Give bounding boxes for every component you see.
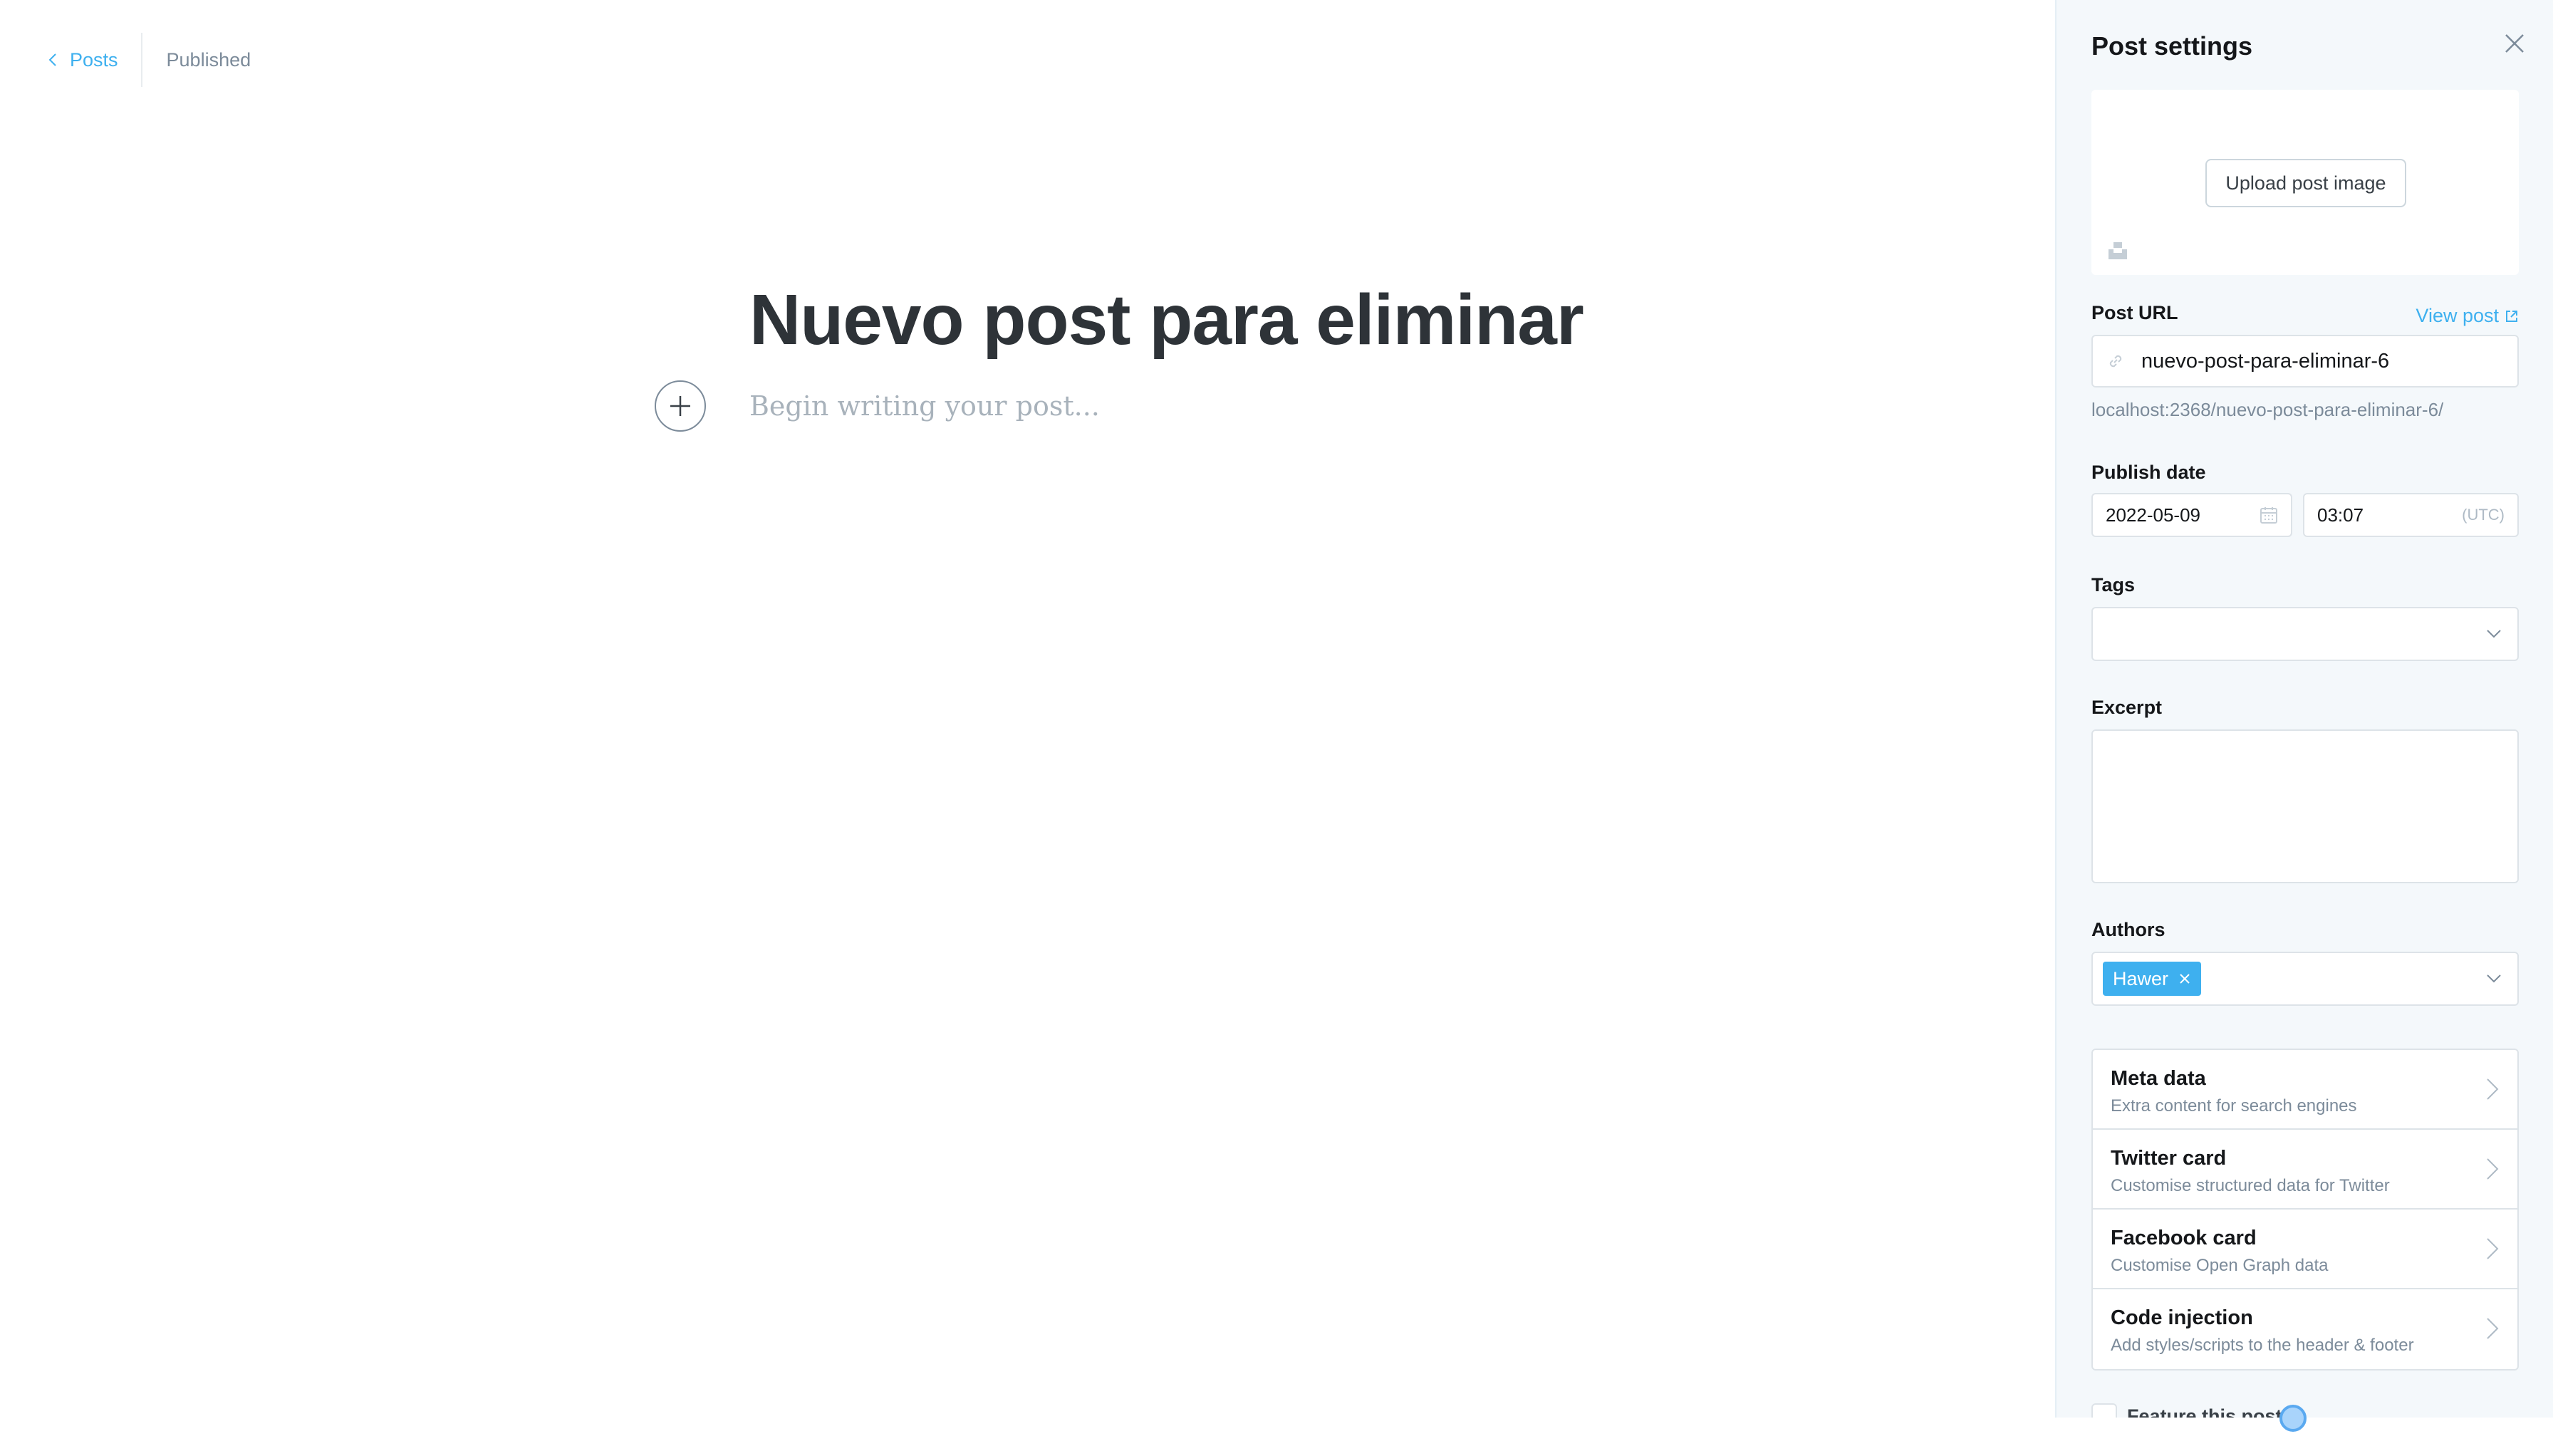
upload-post-image-button[interactable]: Upload post image	[2205, 159, 2406, 207]
post-url-hint: localhost:2368/nuevo-post-para-eliminar-…	[2091, 399, 2444, 420]
external-link-icon	[2506, 310, 2517, 322]
post-image-dropzone[interactable]: Upload post image	[2091, 90, 2519, 275]
author-name: Hawer	[2113, 967, 2169, 989]
chevron-down-icon	[2487, 974, 2501, 983]
nav-item-desc: Add styles/scripts to the header & foote…	[2111, 1336, 2414, 1355]
nav-item-twitter-card[interactable]: Twitter card Customise structured data f…	[2093, 1130, 2517, 1210]
view-post-link[interactable]: View post	[2416, 305, 2519, 327]
nav-item-meta-data[interactable]: Meta data Extra content for search engin…	[2093, 1050, 2517, 1130]
remove-author-icon[interactable]	[2178, 972, 2191, 985]
nav-item-code-injection[interactable]: Code injection Add styles/scripts to the…	[2093, 1289, 2517, 1369]
post-title[interactable]: Nuevo post para eliminar	[749, 279, 1584, 361]
chevron-right-icon	[2487, 1078, 2499, 1100]
post-settings-sidebar: Post settings Upload post image Post URL…	[2055, 0, 2553, 1418]
publish-time-value: 03:07	[2317, 504, 2364, 526]
view-post-label: View post	[2416, 305, 2499, 326]
editor-topbar: Posts Published	[46, 33, 251, 87]
nav-item-desc: Extra content for search engines	[2111, 1096, 2357, 1116]
post-url-input[interactable]: nuevo-post-para-eliminar-6	[2091, 335, 2519, 388]
close-icon[interactable]	[2502, 31, 2527, 56]
nav-item-title: Code injection	[2111, 1306, 2253, 1329]
chevron-right-icon	[2487, 1158, 2499, 1180]
post-body-editor[interactable]: Begin writing your post...	[749, 390, 1100, 422]
publish-time-input[interactable]: 03:07 (UTC)	[2303, 493, 2519, 537]
nav-item-title: Meta data	[2111, 1067, 2206, 1090]
publish-date-input[interactable]: 2022-05-09	[2091, 493, 2292, 537]
unsplash-icon[interactable]	[2107, 239, 2128, 261]
editor-pane: Posts Published Nuevo post para eliminar…	[0, 0, 2055, 1456]
back-to-posts-link[interactable]: Posts	[46, 33, 141, 87]
excerpt-textarea[interactable]	[2091, 729, 2519, 883]
settings-nav-list: Meta data Extra content for search engin…	[2091, 1049, 2519, 1371]
nav-item-title: Facebook card	[2111, 1227, 2257, 1249]
timezone-label: (UTC)	[2462, 506, 2505, 524]
authors-label: Authors	[2091, 919, 2165, 940]
link-icon	[2109, 355, 2122, 368]
post-status: Published	[166, 48, 251, 71]
nav-item-title: Twitter card	[2111, 1147, 2227, 1170]
app-root: Posts Published Nuevo post para eliminar…	[0, 0, 2553, 1456]
post-url-label: Post URL	[2091, 302, 2178, 323]
publish-date-value: 2022-05-09	[2106, 504, 2200, 526]
feature-post-row[interactable]: Feature this post	[2091, 1403, 2282, 1418]
author-chip[interactable]: Hawer	[2103, 962, 2202, 996]
publish-date-label: Publish date	[2091, 462, 2206, 483]
nav-item-facebook-card[interactable]: Facebook card Customise Open Graph data	[2093, 1210, 2517, 1289]
authors-select[interactable]: Hawer	[2091, 952, 2519, 1006]
chevron-right-icon	[2487, 1238, 2499, 1259]
add-card-button[interactable]	[655, 380, 706, 432]
sidebar-title: Post settings	[2091, 31, 2253, 61]
nav-item-desc: Customise Open Graph data	[2111, 1256, 2329, 1275]
plus-icon	[670, 396, 690, 416]
back-link-label: Posts	[70, 48, 118, 71]
chevron-down-icon	[2487, 630, 2501, 638]
excerpt-label: Excerpt	[2091, 697, 2163, 718]
chevron-left-icon	[48, 53, 56, 66]
post-url-value: nuevo-post-para-eliminar-6	[2141, 349, 2390, 373]
feature-post-checkbox[interactable]	[2091, 1403, 2117, 1418]
nav-item-desc: Customise structured data for Twitter	[2111, 1176, 2390, 1195]
feature-post-label: Feature this post	[2127, 1405, 2282, 1418]
tags-label: Tags	[2091, 574, 2136, 596]
pointer-indicator	[2279, 1405, 2307, 1432]
tags-select[interactable]	[2091, 607, 2519, 661]
calendar-icon[interactable]	[2260, 506, 2278, 524]
chevron-right-icon	[2487, 1318, 2499, 1339]
